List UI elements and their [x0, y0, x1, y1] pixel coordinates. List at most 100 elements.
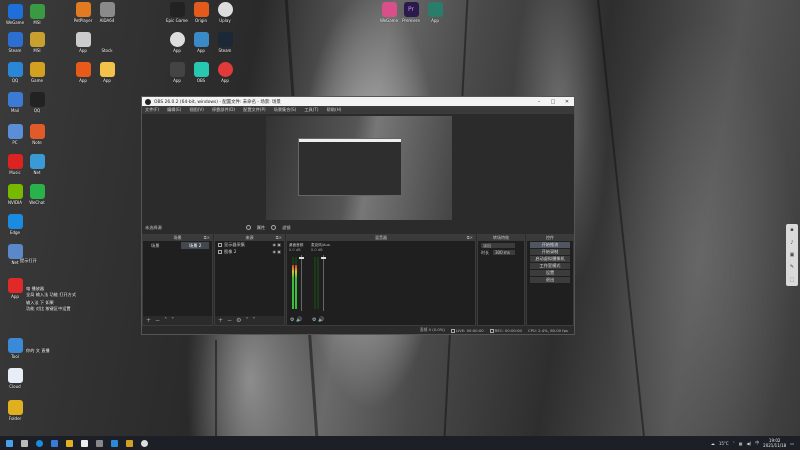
app-icon[interactable]: [81, 439, 88, 447]
desktop-icon[interactable]: Note: [26, 124, 48, 145]
tray-chevron-icon[interactable]: ˄: [733, 441, 735, 446]
desktop-icon[interactable]: Mail: [4, 92, 26, 113]
maximize-icon[interactable]: □: [546, 99, 560, 105]
app-icon[interactable]: [96, 439, 103, 447]
desktop-icon[interactable]: QQ: [4, 62, 26, 83]
network-icon[interactable]: ▦: [739, 441, 743, 446]
desktop-icon[interactable]: Stock: [96, 32, 118, 53]
window-titlebar[interactable]: OBS 26.0.2 (64-bit, windows) - 配置文件: 未命名…: [142, 97, 574, 106]
app-icon[interactable]: [111, 439, 118, 447]
eye-lock-icon[interactable]: ◉ ▣: [272, 241, 281, 248]
start-streaming-button[interactable]: 开始推流: [530, 242, 570, 248]
pen-icon[interactable]: ✎: [790, 264, 794, 270]
desktop-icon[interactable]: QQ: [26, 92, 48, 113]
volume-slider[interactable]: [321, 255, 326, 311]
desktop-icon[interactable]: App: [190, 32, 212, 53]
desktop-icon[interactable]: App: [72, 32, 94, 53]
camera-icon[interactable]: ▣: [790, 252, 795, 258]
desktop-icon[interactable]: Epic Games: [166, 2, 188, 23]
desktop-icon[interactable]: Music: [4, 154, 26, 175]
desktop-icon[interactable]: PotPlayer: [72, 2, 94, 23]
chevron-down-icon[interactable]: ˅: [252, 317, 255, 324]
desktop-icon[interactable]: PC: [4, 124, 26, 145]
source-item[interactable]: 显示器采集 ◉ ▣: [215, 241, 284, 248]
notification-icon[interactable]: ▭: [790, 441, 794, 446]
filters-button[interactable]: 滤镜: [282, 225, 290, 231]
exit-button[interactable]: 退出: [530, 277, 570, 283]
menu-profile[interactable]: 配置文件(P): [243, 107, 266, 113]
desktop-icon[interactable]: WeGame: [378, 2, 400, 23]
remove-icon[interactable]: −: [227, 317, 232, 324]
volume-icon[interactable]: ◀): [747, 441, 752, 446]
desktop-icon[interactable]: Net: [26, 154, 48, 175]
app-icon[interactable]: [126, 439, 133, 447]
desktop-icon[interactable]: Steam: [4, 32, 26, 53]
desktop-icon[interactable]: Game: [26, 62, 48, 83]
desktop-icon[interactable]: App: [424, 2, 446, 23]
scene-item-selected[interactable]: 场景 2: [181, 242, 209, 249]
add-icon[interactable]: +: [146, 317, 151, 324]
chevron-down-icon[interactable]: ˅: [171, 317, 174, 324]
desktop-icon[interactable]: App: [214, 62, 236, 83]
mic-icon[interactable]: ♪: [790, 240, 793, 246]
chevron-up-icon[interactable]: ˄: [164, 317, 167, 324]
menu-scene-collection[interactable]: 场景集合(S): [274, 107, 297, 113]
properties-button[interactable]: 属性: [257, 225, 265, 231]
minimize-icon[interactable]: –: [532, 99, 546, 105]
start-recording-button[interactable]: 开始录制: [530, 249, 570, 255]
source-item[interactable]: 图像 2 ◉ ▣: [215, 248, 284, 255]
weather-icon[interactable]: ☁: [711, 441, 715, 446]
desktop-icon[interactable]: Pr Premiere: [400, 2, 422, 23]
desktop-icon[interactable]: MSI: [26, 4, 48, 25]
pin-icon[interactable]: ▪: [790, 227, 793, 233]
eye-lock-icon[interactable]: ◉ ▣: [272, 248, 281, 255]
start-icon[interactable]: [6, 439, 13, 447]
mute-controls[interactable]: ⚙ 🔊: [312, 317, 324, 323]
add-icon[interactable]: +: [218, 317, 223, 324]
desktop-icon[interactable]: App: [4, 278, 26, 299]
clock[interactable]: 19:02 2021/11/18: [763, 438, 786, 448]
desktop-icon[interactable]: App: [166, 62, 188, 83]
filter-icon[interactable]: [271, 225, 277, 230]
store-icon[interactable]: [51, 439, 58, 447]
menu-file[interactable]: 文件(F): [145, 107, 159, 113]
desktop-icon[interactable]: Cloud: [4, 368, 26, 389]
desktop-icon[interactable]: Tool: [4, 338, 26, 359]
screenshot-icon[interactable]: ⬚: [790, 277, 795, 283]
menu-docks[interactable]: 停靠部件(D): [212, 107, 235, 113]
desktop-icon[interactable]: Steam: [214, 32, 236, 53]
desktop-icon[interactable]: Origin: [190, 2, 212, 23]
search-icon[interactable]: [21, 439, 28, 447]
remove-icon[interactable]: −: [155, 317, 160, 324]
desktop-icon[interactable]: Uplay: [214, 2, 236, 23]
dock-controls-icon[interactable]: ⧉✕: [204, 235, 210, 241]
desktop-icon[interactable]: MSI: [26, 32, 48, 53]
close-icon[interactable]: ✕: [560, 99, 574, 105]
dock-controls-icon[interactable]: ⧉✕: [276, 235, 282, 241]
folder-icon[interactable]: [66, 439, 73, 447]
menu-view[interactable]: 视图(V): [189, 107, 204, 113]
preview-canvas[interactable]: [266, 116, 452, 220]
menu-edit[interactable]: 编辑(E): [167, 107, 181, 113]
desktop-icon[interactable]: App: [72, 62, 94, 83]
scene-item[interactable]: 场景: [151, 242, 159, 249]
gear-icon[interactable]: [245, 225, 251, 230]
desktop-icon[interactable]: NVIDIA: [4, 184, 26, 205]
obs-window[interactable]: OBS 26.0.2 (64-bit, windows) - 配置文件: 未命名…: [141, 96, 575, 335]
transition-select[interactable]: 淡出: [478, 242, 524, 249]
studio-mode-button[interactable]: 工作室模式: [530, 263, 570, 269]
preview-area[interactable]: [142, 114, 574, 222]
gear-icon[interactable]: ⚙: [236, 317, 241, 324]
obs-taskbar-icon[interactable]: [141, 439, 148, 447]
desktop-icon[interactable]: OBS: [190, 62, 212, 83]
menu-help[interactable]: 帮助(H): [327, 107, 342, 113]
chevron-up-icon[interactable]: ˄: [245, 317, 248, 324]
desktop-icon[interactable]: WeChat: [26, 184, 48, 205]
duration-value[interactable]: 300 ms: [493, 250, 515, 255]
virtual-camera-button[interactable]: 启动虚拟摄像机: [530, 256, 570, 262]
mute-controls[interactable]: ⚙ 🔊: [290, 317, 302, 323]
ime-icon[interactable]: 中: [755, 440, 759, 446]
settings-button[interactable]: 设置: [530, 270, 570, 276]
desktop-icon[interactable]: Edge: [4, 214, 26, 235]
desktop-icon[interactable]: App: [166, 32, 188, 53]
